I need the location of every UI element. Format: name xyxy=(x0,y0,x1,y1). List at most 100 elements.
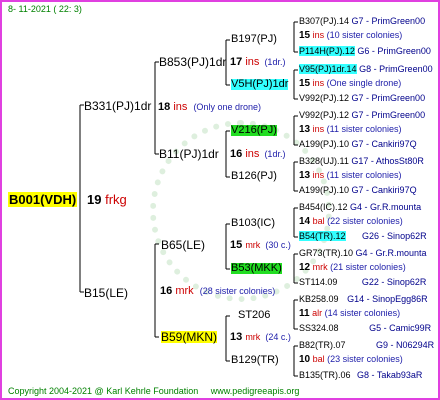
gen4-gen-row: 13 ins (11 sister colonies) xyxy=(299,125,402,135)
gen3-item[interactable]: B103(IC) xyxy=(231,218,275,229)
gen4-ref: G26 - Sinop62R xyxy=(362,231,427,241)
gen4-ref: G7 - Cankiri97Q xyxy=(351,139,417,149)
gen4-name[interactable]: B454(IC).12 xyxy=(299,202,348,212)
gen-note: (1dr.) xyxy=(264,57,286,67)
gen-number: 12 xyxy=(299,262,311,273)
gen-note: (11 sister colonies) xyxy=(326,170,402,180)
gen3-item[interactable]: B126(PJ) xyxy=(231,171,277,182)
gen4-row: ST114.09 G22 - Sinop62R xyxy=(299,278,426,287)
gen3-item[interactable]: B129(TR) xyxy=(231,355,279,366)
gen-number: 13 xyxy=(299,170,311,181)
gen-note: (28 sister colonies) xyxy=(199,286,276,296)
gen4-name[interactable]: B307(PJ).14 xyxy=(299,16,349,26)
gen-label: ins xyxy=(173,101,188,113)
gen4-row: B454(IC).12 G4 - Gr.R.mounta xyxy=(299,203,421,212)
gen4-name[interactable]: B54(TR).12 xyxy=(299,231,346,241)
gen4-row: KB258.09 G14 - SinopEgg86R xyxy=(299,295,428,304)
gen-note: (Only one drone) xyxy=(193,102,261,112)
gen4-ref: G7 - Cankiri97Q xyxy=(351,185,417,195)
gen4-ref: G8 - PrimGreen00 xyxy=(359,64,433,74)
gen4-ref: G4 - Gr.R.mounta xyxy=(350,202,422,212)
gen4-name[interactable]: V95(PJ)1dr.14 xyxy=(299,64,357,74)
gen2-info: 17 ins (1dr.) xyxy=(230,57,285,68)
site-link[interactable]: www.pedigreeapis.org xyxy=(211,386,300,396)
gen-label: bal xyxy=(312,216,325,226)
gen-note: (1dr.) xyxy=(264,149,286,159)
footer: Copyright 2004-2021 @ Karl Kehrle Founda… xyxy=(8,387,299,396)
gen-label: ins xyxy=(312,124,325,134)
print-date: 8- 11-2021 ( 22: 3) xyxy=(8,4,82,14)
gen2-item[interactable]: B59(MKN) xyxy=(161,331,218,343)
gen3-item[interactable]: B53(MKK) xyxy=(231,263,282,274)
gen4-gen-row: 15 ins (One single drone) xyxy=(299,79,401,89)
gen4-row: B328(UJ).11 G17 - AthosSt80R xyxy=(299,157,424,166)
gen1-dam-info: 16 mrk (28 sister colonies) xyxy=(160,286,275,297)
gen-number: 15 xyxy=(230,239,243,251)
gen4-ref: G8 - Takab93aR xyxy=(357,370,423,380)
gen4-name[interactable]: KB258.09 xyxy=(299,294,339,304)
gen4-name[interactable]: P114H(PJ).12 xyxy=(299,46,355,56)
gen4-name[interactable]: ST114.09 xyxy=(299,277,337,287)
gen4-row: B135(TR).06 G8 - Takab93aR xyxy=(299,371,422,380)
gen3-item[interactable]: V5H(PJ)1dr xyxy=(231,79,289,90)
gen4-name[interactable]: V992(PJ).12 xyxy=(299,110,349,120)
gen-label: mrk xyxy=(175,285,194,297)
gen2-info: 15 mrk (30 c.) xyxy=(230,240,291,251)
gen-number: 16 xyxy=(160,285,173,297)
gen4-name[interactable]: B328(UJ).11 xyxy=(299,156,349,166)
gen3-item[interactable]: ST206 xyxy=(238,310,270,321)
gen4-gen-row: 15 ins (10 sister colonies) xyxy=(299,31,402,41)
gen3-item[interactable]: V216(PJ) xyxy=(231,125,277,136)
gen4-row: B307(PJ).14 G7 - PrimGreen00 xyxy=(299,17,425,26)
gen-label: mrk xyxy=(245,240,261,250)
gen-label: ins xyxy=(312,30,325,40)
gen3-item[interactable]: B197(PJ) xyxy=(231,34,277,45)
gen-label: ins xyxy=(312,78,325,88)
gen4-ref: G4 - Gr.R.mounta xyxy=(355,248,427,258)
gen1-dam[interactable]: B15(LE) xyxy=(84,287,128,299)
gen4-row: V992(PJ).12 G7 - PrimGreen00 xyxy=(299,111,425,120)
gen-label: ins xyxy=(312,170,325,180)
gen1-sire[interactable]: B331(PJ)1dr xyxy=(84,100,151,112)
gen-label: alr xyxy=(312,308,323,318)
gen-label: ins xyxy=(245,148,260,160)
root-name[interactable]: B001(VDH) xyxy=(8,192,78,207)
gen-note: (22 sister colonies) xyxy=(327,216,403,226)
gen4-gen-row: 11 alr (14 sister colonies) xyxy=(299,309,400,319)
gen4-ref: G9 - N06294R xyxy=(376,340,435,350)
gen2-item[interactable]: B65(LE) xyxy=(161,239,205,251)
gen-note: (11 sister colonies) xyxy=(326,124,402,134)
gen4-row: V992(PJ).12 G7 - PrimGreen00 xyxy=(299,94,425,103)
gen-label: frkg xyxy=(105,192,127,207)
gen4-name[interactable]: GR73(TR).10 xyxy=(299,248,353,258)
gen4-name[interactable]: B135(TR).06 xyxy=(299,370,351,380)
gen2-item[interactable]: B11(PJ)1dr xyxy=(159,148,219,160)
gen4-name[interactable]: B82(TR).07 xyxy=(299,340,346,350)
gen-note: (21 sister colonies) xyxy=(330,262,406,272)
gen-number: 19 xyxy=(87,192,102,207)
gen2-item[interactable]: B853(PJ)1dr xyxy=(159,56,226,68)
gen4-row: B82(TR).07 G9 - N06294R xyxy=(299,341,434,350)
gen-number: 15 xyxy=(299,78,311,89)
gen-note: (14 sister colonies) xyxy=(324,308,401,318)
gen-number: 14 xyxy=(299,216,311,227)
gen-note: (30 c.) xyxy=(265,240,291,250)
gen4-row: A199(PJ).10 G7 - Cankiri97Q xyxy=(299,140,417,149)
gen4-row: P114H(PJ).12 G6 - PrimGreen00 xyxy=(299,46,431,56)
gen-note: (24 c.) xyxy=(265,332,291,342)
gen4-name[interactable]: V992(PJ).12 xyxy=(299,93,349,103)
gen-number: 11 xyxy=(299,308,310,319)
gen4-row: SS324.08 G5 - Camic99R xyxy=(299,324,431,333)
gen4-gen-row: 10 bal (23 sister colonies) xyxy=(299,355,403,365)
gen4-ref: G5 - Camic99R xyxy=(369,323,432,333)
gen4-name[interactable]: SS324.08 xyxy=(299,323,339,333)
gen4-gen-row: 12 mrk (21 sister colonies) xyxy=(299,263,406,273)
gen4-name[interactable]: A199(PJ).10 xyxy=(299,139,349,149)
gen-label: mrk xyxy=(312,262,328,272)
gen4-ref: G22 - Sinop62R xyxy=(361,277,427,287)
gen-label: ins xyxy=(245,56,260,68)
gen-label: bal xyxy=(312,354,325,364)
root-gen: 19 frkg xyxy=(87,193,127,206)
gen4-name[interactable]: A199(PJ).10 xyxy=(299,185,349,195)
gen4-ref: G7 - PrimGreen00 xyxy=(351,93,426,103)
